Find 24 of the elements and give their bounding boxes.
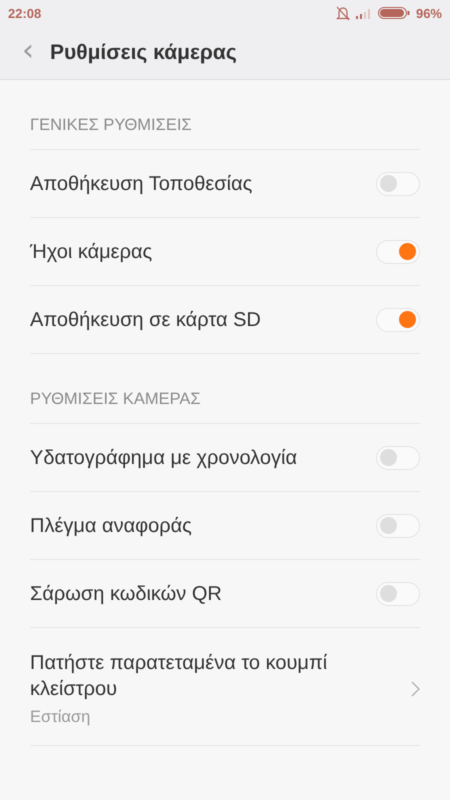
- toggle-switch[interactable]: [376, 172, 420, 196]
- chevron-right-icon: [411, 680, 420, 696]
- setting-label: Πατήστε παρατεταμένα το κουμπί κλείστρου: [30, 651, 328, 702]
- setting-label: Πλέγμα αναφοράς: [30, 514, 193, 538]
- battery-icon: [378, 7, 410, 19]
- toggle-switch[interactable]: [376, 308, 420, 332]
- setting-label: Αποθήκευση Τοποθεσίας: [30, 172, 254, 196]
- clock: 22:08: [8, 6, 42, 20]
- page-title: Ρυθμίσεις κάμερας: [50, 40, 237, 64]
- toggle-switch[interactable]: [376, 514, 420, 538]
- section-header: ΓΕΝΙΚΕΣ ΡΥΘΜΙΣΕΙΣ: [30, 80, 420, 150]
- bell-off-icon: [336, 6, 350, 20]
- toggle-switch[interactable]: [376, 582, 420, 606]
- setting-label: Ήχοι κάμερας: [30, 240, 154, 264]
- section-header: ΡΥΘΜΙΣΕΙΣ ΚΑΜΕΡΑΣ: [30, 354, 420, 424]
- toggle-switch[interactable]: [376, 240, 420, 264]
- signal-icon: [356, 8, 372, 18]
- setting-label: Υδατογράφημα με χρονολογία: [30, 446, 298, 470]
- battery-percent: 96%: [416, 6, 442, 20]
- setting-value: Εστίαση: [30, 708, 92, 727]
- setting-label: Σάρωση κωδικών QR: [30, 582, 223, 606]
- toggle-switch[interactable]: [376, 446, 420, 470]
- setting-label: Αποθήκευση σε κάρτα SD: [30, 308, 262, 332]
- settings-item[interactable]: Πατήστε παρατεταμένα το κουμπί κλείστρου Εστίαση: [30, 628, 420, 746]
